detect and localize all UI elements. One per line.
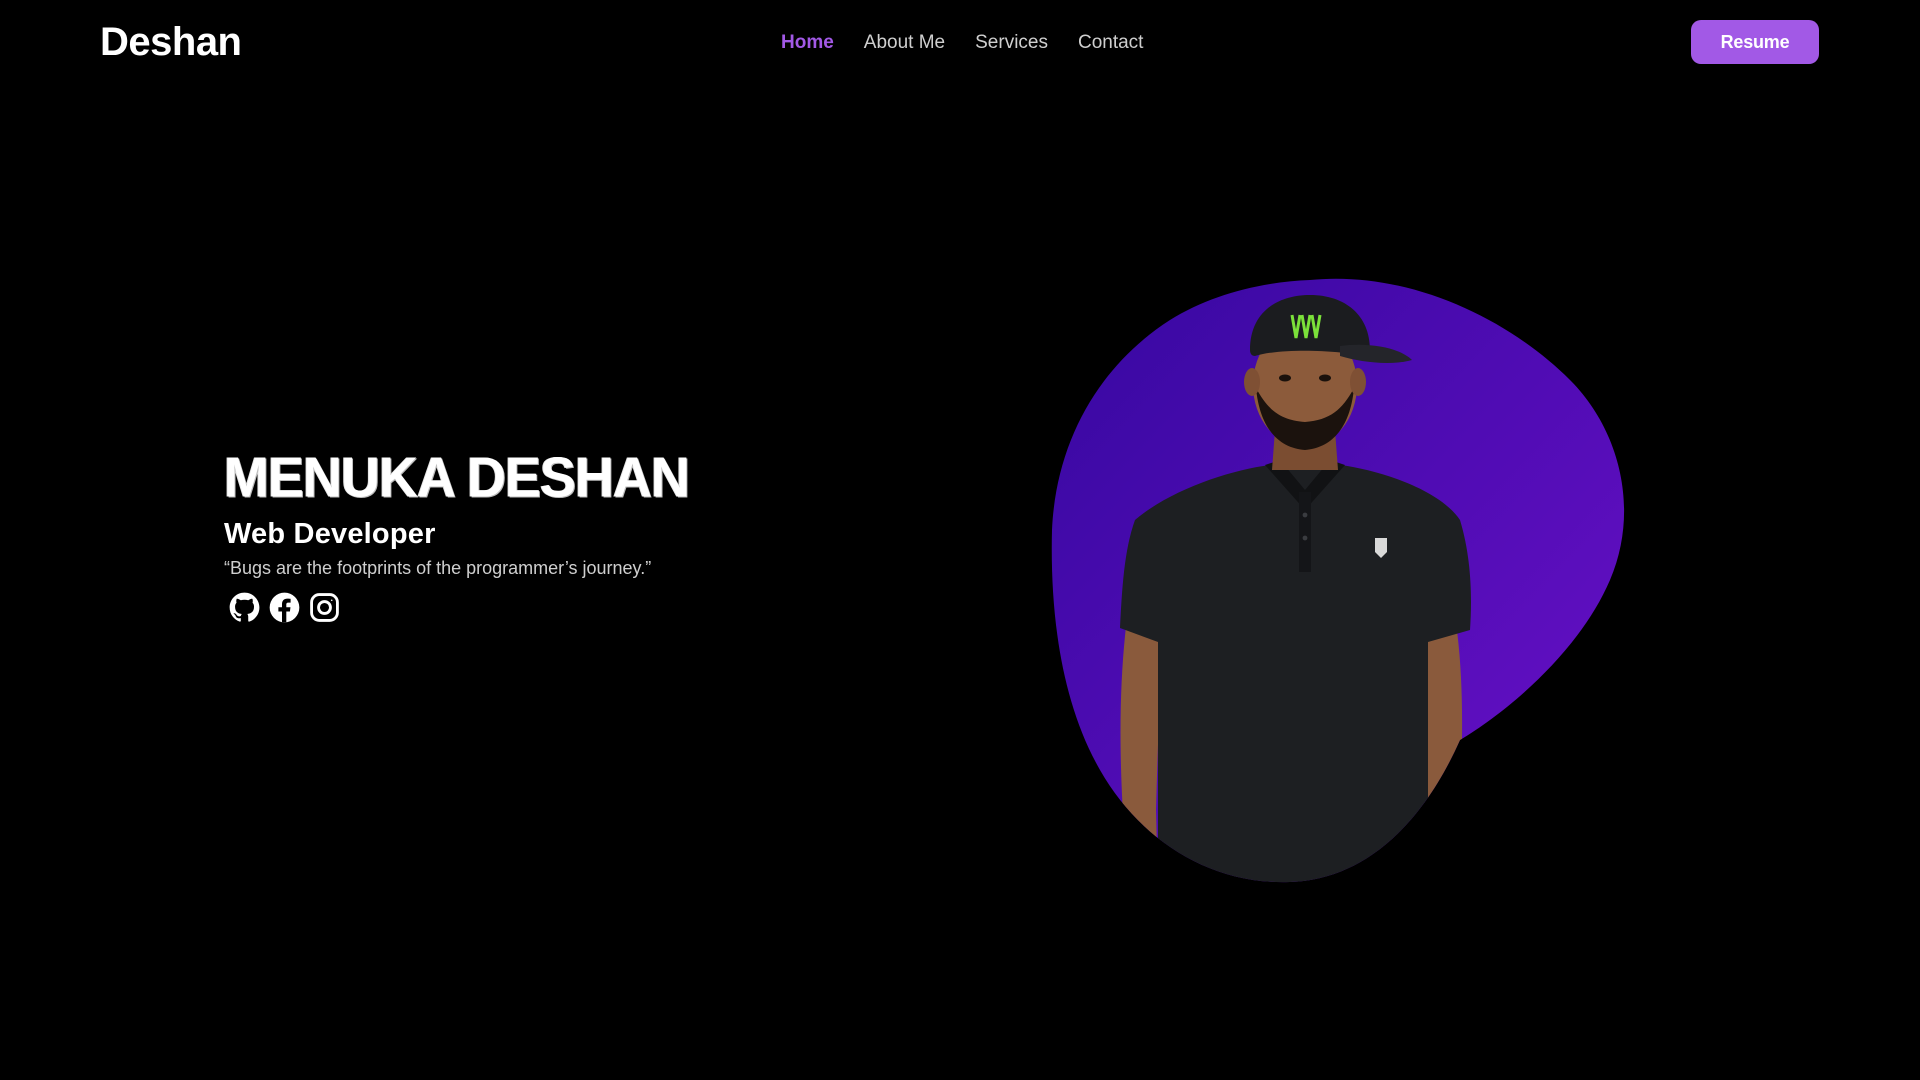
facebook-icon[interactable] — [268, 591, 300, 623]
instagram-icon[interactable] — [308, 591, 340, 623]
navbar: Deshan Home About Me Services Contact Re… — [0, 0, 1920, 86]
page: Deshan Home About Me Services Contact Re… — [0, 0, 1920, 1080]
nav-link-home[interactable]: Home — [781, 30, 834, 56]
portrait-photo — [1051, 278, 1625, 883]
brand-logo[interactable]: Deshan — [100, 18, 242, 66]
hero-role: Web Developer — [224, 518, 436, 550]
hero-portrait — [1040, 270, 1640, 890]
github-icon[interactable] — [228, 591, 260, 623]
nav-link-about[interactable]: About Me — [864, 30, 945, 56]
main-nav: Home About Me Services Contact — [781, 30, 1143, 56]
social-links — [228, 591, 784, 623]
nav-link-contact[interactable]: Contact — [1078, 30, 1143, 56]
nav-link-services[interactable]: Services — [975, 30, 1048, 56]
resume-button[interactable]: Resume — [1691, 20, 1819, 64]
hero-name: MENUKA DESHAN — [224, 446, 690, 510]
hero-quote: “Bugs are the footprints of the programm… — [224, 558, 652, 578]
hero-intro: MENUKA DESHAN Web Developer “Bugs are th… — [224, 445, 784, 623]
